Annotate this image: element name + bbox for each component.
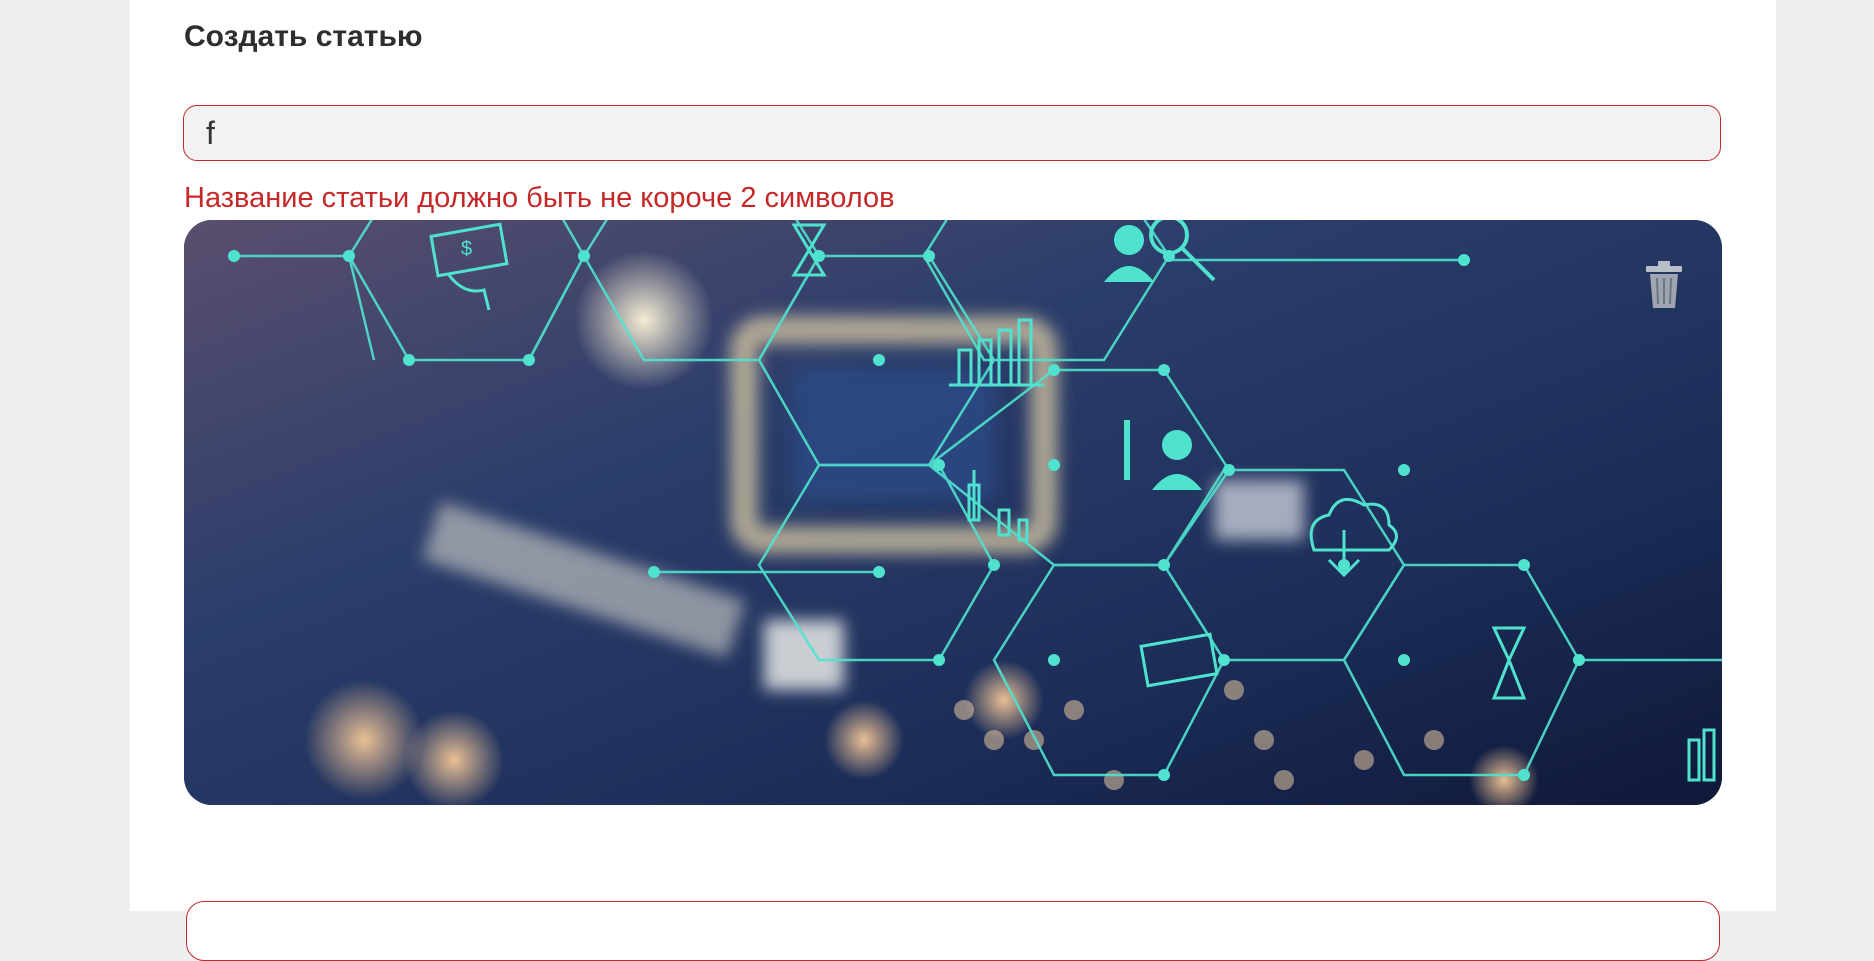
trash-icon bbox=[1646, 261, 1682, 308]
svg-text:$: $ bbox=[461, 238, 472, 260]
article-form-card: Создать статью Название статьи должно бы… bbox=[130, 0, 1776, 961]
cover-image-artwork: $ bbox=[184, 220, 1722, 805]
delete-image-button[interactable] bbox=[1644, 260, 1684, 310]
article-content-field[interactable] bbox=[186, 901, 1720, 961]
page-title: Создать статью bbox=[184, 20, 423, 53]
article-title-input[interactable] bbox=[183, 105, 1721, 161]
title-error-message: Название статьи должно быть не короче 2 … bbox=[184, 182, 895, 214]
cover-image: $ bbox=[184, 220, 1722, 805]
